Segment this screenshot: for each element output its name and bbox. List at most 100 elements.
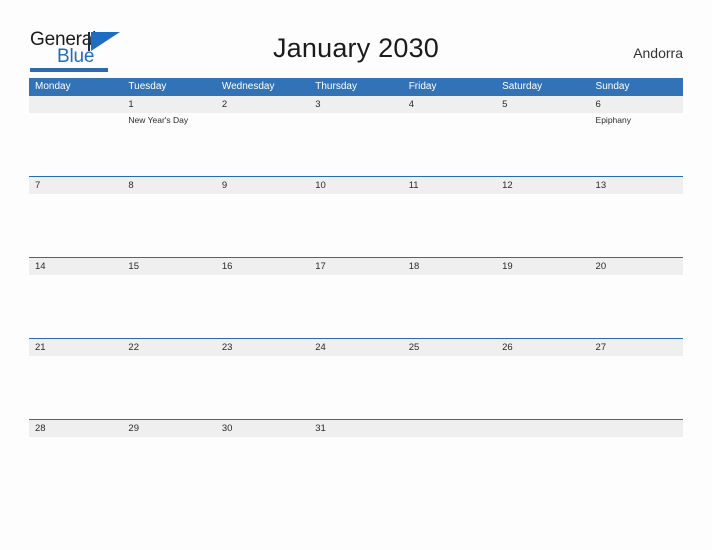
day-cell [403,437,496,501]
day-cell[interactable] [403,275,496,339]
day-number[interactable]: 13 [590,177,683,194]
day-number[interactable]: 8 [122,177,215,194]
week-number-band: 7 8 9 10 11 12 13 [29,177,683,194]
day-cell[interactable] [590,356,683,420]
day-cell[interactable] [122,437,215,501]
weekday-header-sunday: Sunday [595,81,630,92]
day-cell[interactable] [29,275,122,339]
week-number-band: 14 15 16 17 18 19 20 [29,258,683,275]
day-cell[interactable]: Epiphany [590,113,683,177]
calendar-page: General Blue January 2030 Andorra Monday… [0,0,712,550]
day-number[interactable]: 14 [29,258,122,275]
country-label: Andorra [633,45,683,61]
weekday-header-friday: Friday [408,81,437,92]
week-event-body [29,356,683,420]
week-event-body [29,437,683,501]
holiday-event-label: New Year's Day [128,115,189,125]
day-number-empty [496,420,589,437]
day-number[interactable]: 9 [216,177,309,194]
day-number[interactable]: 10 [309,177,402,194]
day-cell[interactable] [309,194,402,258]
day-cell[interactable] [496,275,589,339]
day-number[interactable]: 18 [403,258,496,275]
day-number[interactable]: 21 [29,339,122,356]
day-number[interactable]: 2 [216,96,309,113]
day-cell[interactable] [122,194,215,258]
day-number[interactable]: 28 [29,420,122,437]
weekday-header-monday: Monday [35,81,71,92]
day-number[interactable]: 15 [122,258,215,275]
calendar-week-row: 7 8 9 10 11 12 13 [29,176,683,258]
day-cell[interactable] [216,113,309,177]
day-number[interactable]: 6 [590,96,683,113]
day-cell[interactable] [309,437,402,501]
day-number[interactable]: 24 [309,339,402,356]
day-cell[interactable] [309,275,402,339]
day-number-empty [29,96,122,113]
day-cell[interactable] [29,437,122,501]
day-cell[interactable] [403,113,496,177]
weekday-header-row: Monday Tuesday Wednesday Thursday Friday Satu… [29,78,683,96]
day-number[interactable]: 25 [403,339,496,356]
day-cell[interactable] [309,113,402,177]
day-cell[interactable] [496,194,589,258]
day-cell[interactable] [403,356,496,420]
day-cell[interactable] [216,437,309,501]
day-cell [590,437,683,501]
day-number-empty [590,420,683,437]
day-cell[interactable] [29,194,122,258]
day-number[interactable]: 3 [309,96,402,113]
day-cell[interactable] [590,275,683,339]
day-cell[interactable] [29,356,122,420]
day-cell[interactable] [216,275,309,339]
day-cell[interactable] [496,356,589,420]
calendar-week-row: 14 15 16 17 18 19 20 [29,257,683,339]
page-header: General Blue January 2030 Andorra [0,0,712,78]
day-number[interactable]: 31 [309,420,402,437]
weekday-header-wednesday: Wednesday [221,81,275,92]
day-cell[interactable] [309,356,402,420]
day-number[interactable]: 1 [122,96,215,113]
day-number[interactable]: 30 [216,420,309,437]
weekday-header-tuesday: Tuesday [128,81,167,92]
week-number-band: 28 29 30 31 [29,420,683,437]
day-cell[interactable] [403,194,496,258]
week-event-body [29,194,683,258]
day-cell[interactable] [122,275,215,339]
day-number[interactable]: 23 [216,339,309,356]
day-cell[interactable] [216,356,309,420]
calendar-week-row: 21 22 23 24 25 26 27 [29,338,683,420]
day-number[interactable]: 26 [496,339,589,356]
day-number[interactable]: 17 [309,258,402,275]
week-number-band: 21 22 23 24 25 26 27 [29,339,683,356]
day-cell[interactable] [496,113,589,177]
day-number[interactable]: 16 [216,258,309,275]
day-number[interactable]: 27 [590,339,683,356]
day-cell[interactable] [590,194,683,258]
day-cell[interactable]: New Year's Day [122,113,215,177]
calendar-weeks: 1 2 3 4 5 6 New Year's Day Epiphany 7 8 9 10 11 12 13 1… [29,96,683,501]
weekday-header-saturday: Saturday [502,81,543,92]
day-number[interactable]: 22 [122,339,215,356]
week-number-band: 123456 [29,96,683,113]
day-number[interactable]: 11 [403,177,496,194]
day-number[interactable]: 19 [496,258,589,275]
day-number[interactable]: 29 [122,420,215,437]
day-number[interactable]: 12 [496,177,589,194]
logo-underline-divider [30,68,108,72]
day-number[interactable]: 4 [403,96,496,113]
day-number[interactable]: 7 [29,177,122,194]
day-cell[interactable] [216,194,309,258]
day-number-empty [403,420,496,437]
calendar-grid: Monday Tuesday Wednesday Thursday Friday Satu… [29,78,683,501]
week-event-body [29,275,683,339]
holiday-event-label: Epiphany [595,115,631,125]
week-event-body: New Year's Day Epiphany [29,113,683,177]
day-number[interactable]: 5 [496,96,589,113]
day-cell [496,437,589,501]
day-cell[interactable] [122,356,215,420]
day-number[interactable]: 20 [590,258,683,275]
calendar-week-row: 28 29 30 31 [29,419,683,501]
page-title: January 2030 [272,33,440,63]
day-cell [29,113,122,177]
